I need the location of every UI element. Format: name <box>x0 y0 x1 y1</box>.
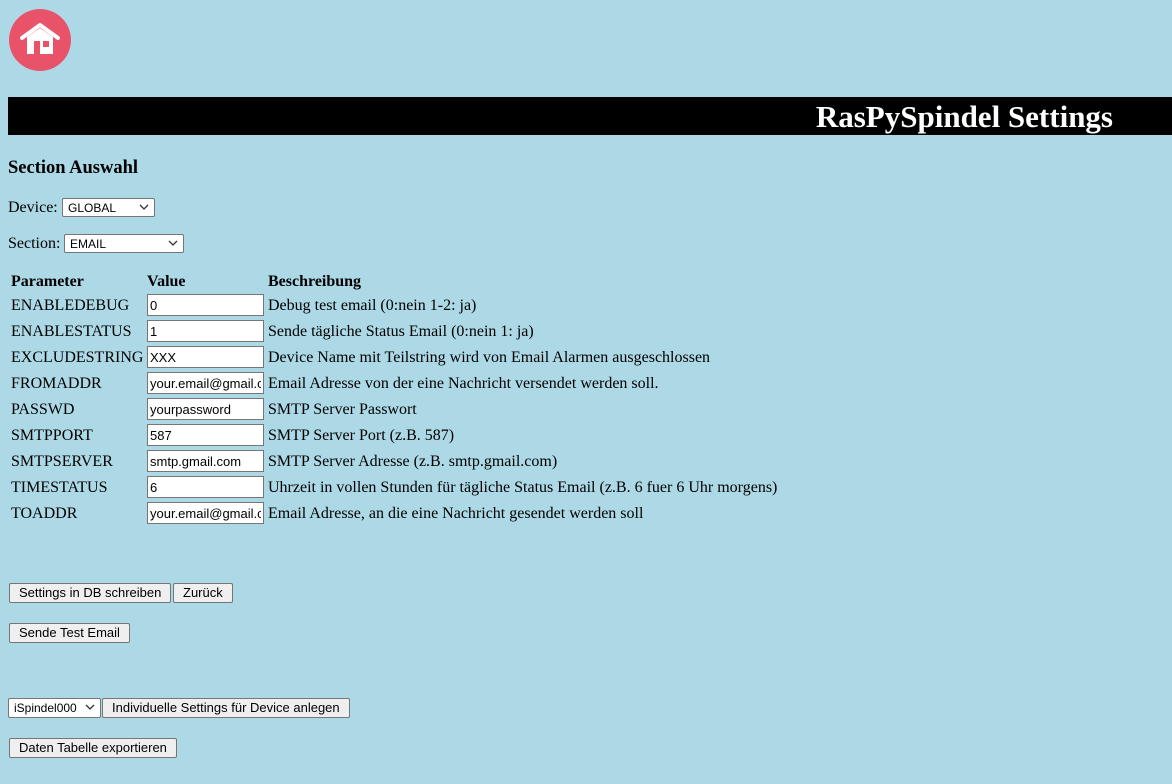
table-row: PASSWD SMTP Server Passwort <box>0 398 1172 424</box>
page-title: RasPySpindel Settings <box>815 99 1113 134</box>
section-heading: Section Auswahl <box>8 158 139 178</box>
parameter-name: PASSWD <box>11 401 75 418</box>
home-button[interactable] <box>9 9 71 71</box>
column-header-description: Beschreibung <box>268 273 362 290</box>
parameter-name: ENABLEDEBUG <box>11 297 130 314</box>
table-row: FROMADDR Email Adresse von der eine Nach… <box>0 372 1172 398</box>
parameter-value-input[interactable] <box>147 294 264 316</box>
write-settings-button[interactable]: Settings in DB schreiben <box>9 583 172 603</box>
parameter-name: SMTPSERVER <box>11 453 113 470</box>
table-row: TIMESTATUS Uhrzeit in vollen Stunden für… <box>0 476 1172 502</box>
send-test-email-button[interactable]: Sende Test Email <box>9 623 130 643</box>
create-individual-settings-button[interactable]: Individuelle Settings für Device anlegen <box>102 698 350 718</box>
chevron-down-icon <box>168 240 178 246</box>
section-label: Section: <box>8 235 61 252</box>
back-button[interactable]: Zurück <box>173 583 233 603</box>
table-row: ENABLESTATUS Sende tägliche Status Email… <box>0 320 1172 346</box>
parameter-description: Debug test email (0:nein 1-2: ja) <box>268 297 477 314</box>
table-row: ENABLEDEBUG Debug test email (0:nein 1-2… <box>0 294 1172 320</box>
parameter-name: TIMESTATUS <box>11 479 108 496</box>
device-select[interactable]: GLOBAL <box>62 198 155 217</box>
table-row: TOADDR Email Adresse, an die eine Nachri… <box>0 502 1172 528</box>
table-row: SMTPSERVER SMTP Server Adresse (z.B. smt… <box>0 450 1172 476</box>
parameter-name: TOADDR <box>11 505 78 522</box>
parameter-value-input[interactable] <box>147 398 264 420</box>
parameter-description: SMTP Server Passwort <box>268 401 417 418</box>
parameter-name: SMTPPORT <box>11 427 93 444</box>
parameter-value-input[interactable] <box>147 476 264 498</box>
parameter-description: Sende tägliche Status Email (0:nein 1: j… <box>268 323 534 340</box>
column-header-value: Value <box>147 273 186 290</box>
parameter-description: Email Adresse, an die eine Nachricht ges… <box>268 505 644 522</box>
device-select-value: GLOBAL <box>68 201 117 215</box>
table-row: SMTPPORT SMTP Server Port (z.B. 587) <box>0 424 1172 450</box>
section-select[interactable]: EMAIL <box>64 234 184 253</box>
parameter-value-input[interactable] <box>147 450 264 472</box>
table-row: EXCLUDESTRING Device Name mit Teilstring… <box>0 346 1172 372</box>
parameter-name: FROMADDR <box>11 375 102 392</box>
chevron-down-icon <box>139 204 149 210</box>
parameter-name: ENABLESTATUS <box>11 323 132 340</box>
export-table-button[interactable]: Daten Tabelle exportieren <box>9 738 177 758</box>
parameter-description: SMTP Server Adresse (z.B. smtp.gmail.com… <box>268 453 558 470</box>
chevron-down-icon <box>85 704 95 710</box>
parameter-description: Device Name mit Teilstring wird von Emai… <box>268 349 711 366</box>
parameter-value-input[interactable] <box>147 372 264 394</box>
parameter-value-input[interactable] <box>147 320 264 342</box>
individual-device-select-value: iSpindel000 <box>14 701 77 715</box>
parameter-value-input[interactable] <box>147 424 264 446</box>
parameter-description: Email Adresse von der eine Nachricht ver… <box>268 375 659 392</box>
title-bar: RasPySpindel Settings <box>8 97 1172 135</box>
column-header-parameter: Parameter <box>11 273 84 290</box>
individual-device-select[interactable]: iSpindel000 <box>8 698 101 718</box>
section-select-value: EMAIL <box>70 237 107 251</box>
parameter-value-input[interactable] <box>147 346 264 368</box>
parameter-value-input[interactable] <box>147 502 264 524</box>
parameter-name: EXCLUDESTRING <box>11 349 144 366</box>
home-icon <box>20 23 60 54</box>
parameter-description: Uhrzeit in vollen Stunden für tägliche S… <box>268 479 778 496</box>
parameter-description: SMTP Server Port (z.B. 587) <box>268 427 455 444</box>
device-label: Device: <box>8 199 58 216</box>
